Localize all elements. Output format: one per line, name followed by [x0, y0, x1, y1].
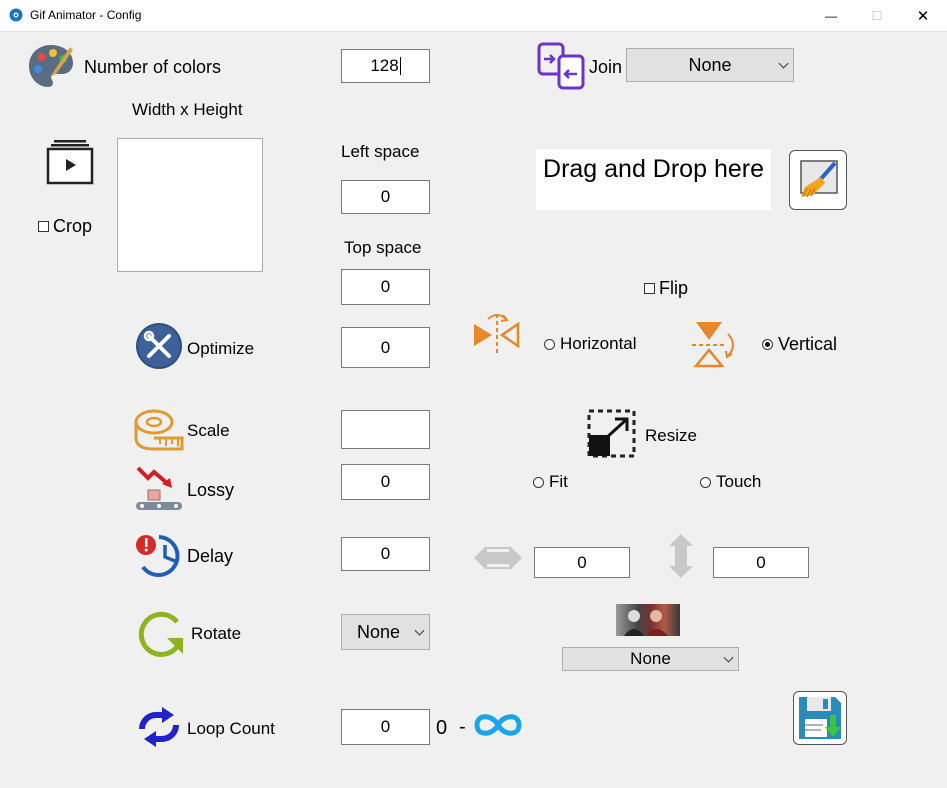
horizontal-radio-dot[interactable]	[544, 338, 555, 350]
width-input[interactable]: 0	[534, 547, 630, 578]
minimize-icon: —	[825, 8, 837, 23]
lossy-label: Lossy	[187, 480, 235, 500]
rotate-selected: None	[356, 621, 401, 642]
broom-icon	[800, 160, 838, 198]
loop-input[interactable]: 0	[341, 709, 430, 745]
clear-button[interactable]	[789, 150, 847, 210]
crop-checkbox[interactable]: Crop	[38, 216, 92, 237]
lossy-input[interactable]: 0	[341, 464, 430, 500]
tape-measure-icon	[134, 409, 184, 451]
top-space-label: Top space	[344, 238, 422, 257]
rotate-label: Rotate	[191, 624, 242, 643]
top-space-input[interactable]: 0	[341, 269, 430, 305]
touch-label: Touch	[716, 472, 762, 491]
height-arrows-icon	[669, 534, 693, 578]
palette-icon	[29, 45, 73, 87]
minimize-button[interactable]: —	[808, 0, 854, 31]
touch-radio-dot[interactable]	[700, 476, 711, 488]
horizontal-label: Horizontal	[560, 334, 637, 353]
crop-check[interactable]	[38, 221, 49, 232]
size-label: Width x Height	[132, 100, 243, 119]
loop-arrows-icon	[139, 707, 179, 747]
resize-icon	[587, 409, 636, 458]
scale-input[interactable]	[341, 410, 430, 449]
filter-selected: None	[630, 649, 671, 668]
drop-zone[interactable]: Drag and Drop here	[536, 149, 771, 210]
colors-value: 128	[370, 56, 399, 75]
chevron-down-icon	[778, 58, 789, 69]
left-space-input[interactable]: 0	[341, 180, 430, 214]
flip-label: Flip	[659, 278, 689, 298]
drop-zone-text: Drag and Drop here	[543, 155, 764, 183]
colors-input[interactable]: 128	[341, 49, 430, 83]
flip-vertical-radio[interactable]: Vertical	[762, 334, 837, 355]
vertical-label: Vertical	[778, 334, 838, 354]
optimize-label: Optimize	[187, 339, 255, 358]
chevron-down-icon	[723, 652, 734, 663]
flip-horizontal-icon	[474, 314, 520, 356]
flip-check[interactable]	[644, 283, 655, 294]
flip-checkbox[interactable]: Flip	[644, 278, 688, 299]
join-label: Join	[589, 57, 623, 77]
fit-radio-dot[interactable]	[533, 476, 544, 488]
fit-label: Fit	[549, 472, 568, 491]
touch-radio[interactable]: Touch	[700, 472, 761, 492]
rotate-select[interactable]: None	[341, 614, 430, 650]
filter-preview-image	[616, 604, 680, 636]
delay-input[interactable]: 0	[341, 537, 430, 571]
maximize-button[interactable]: ☐	[854, 0, 900, 31]
lossy-conveyor-icon	[136, 466, 182, 510]
filter-select[interactable]: None	[562, 647, 739, 671]
join-selected: None	[688, 54, 732, 75]
vertical-radio-dot[interactable]	[762, 339, 773, 350]
infinity-icon	[474, 714, 522, 736]
app-gear-icon	[9, 8, 23, 22]
chevron-down-icon	[414, 625, 425, 636]
window-title: Gif Animator - Config	[30, 8, 142, 22]
preview-box[interactable]	[117, 138, 263, 272]
delay-label: Delay	[187, 546, 234, 566]
join-select[interactable]: None	[626, 48, 794, 82]
play-frame-icon	[46, 140, 94, 185]
maximize-icon: ☐	[871, 8, 883, 23]
flip-vertical-icon	[692, 322, 734, 368]
close-button[interactable]: ✕	[900, 0, 946, 31]
portrait-icon	[624, 610, 668, 636]
height-input[interactable]: 0	[713, 547, 809, 578]
save-button[interactable]	[793, 691, 847, 745]
flip-horizontal-radio[interactable]: Horizontal	[544, 334, 637, 354]
join-icon	[537, 42, 585, 90]
loop-label: Loop Count	[187, 719, 275, 738]
resize-label: Resize	[645, 426, 697, 445]
fit-radio[interactable]: Fit	[533, 472, 568, 492]
scale-label: Scale	[187, 421, 230, 440]
loop-hint-dash: -	[459, 716, 466, 738]
title-bar: Gif Animator - Config — ☐ ✕	[0, 0, 947, 32]
close-icon: ✕	[916, 7, 930, 25]
loop-hint-zero: 0	[436, 717, 448, 739]
rotate-icon	[138, 611, 184, 657]
optimize-tools-icon	[136, 323, 182, 369]
delay-clock-icon	[136, 535, 180, 577]
left-space-label: Left space	[341, 142, 420, 161]
width-arrows-icon	[474, 546, 522, 570]
save-floppy-icon	[799, 697, 841, 739]
crop-label: Crop	[53, 216, 93, 236]
colors-label: Number of colors	[84, 57, 222, 77]
optimize-input[interactable]: 0	[341, 327, 430, 368]
